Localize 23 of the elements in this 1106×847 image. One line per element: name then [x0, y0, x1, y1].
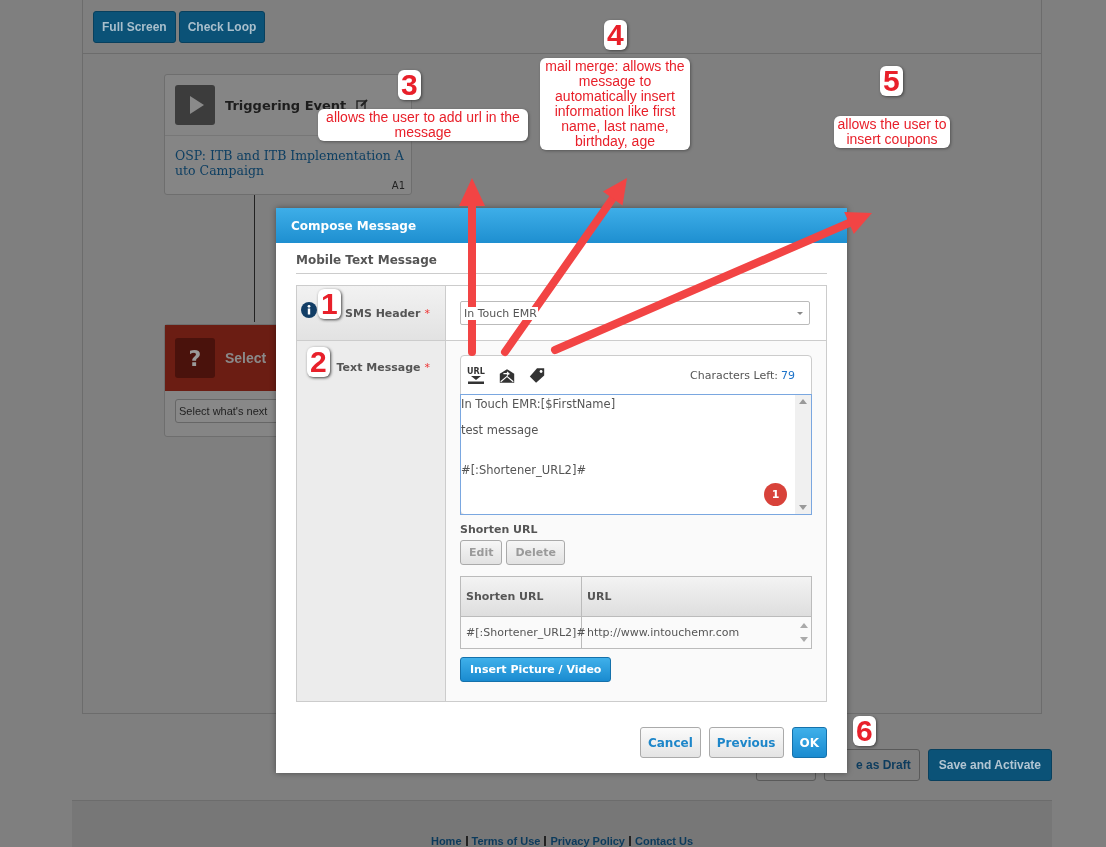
- annotation-tooltip: mail merge: allows the message to automatically insert information like first name, last name, birthday, age: [540, 58, 690, 150]
- section-title: Mobile Text Message: [296, 253, 827, 274]
- node-tag: A1: [391, 180, 405, 191]
- characters-left-label: Characters Left:: [690, 368, 778, 382]
- field-label: SMS Header: [345, 306, 421, 320]
- table-cell-text: http://www.intouchemr.com: [586, 625, 741, 641]
- field-label: Text Message: [336, 361, 421, 374]
- annotation-number: 4: [604, 20, 627, 50]
- annotation-tooltip: allows the user to add url in the message: [318, 109, 528, 141]
- annotation-number: 6: [853, 716, 876, 746]
- annotation-number: 1: [318, 289, 341, 319]
- required-mark: *: [424, 306, 430, 320]
- node-title: Select: [225, 350, 267, 366]
- annotation-number: 5: [880, 66, 903, 96]
- annotation-tooltip: allows the user to insert coupons: [834, 116, 950, 148]
- annotation-number: 3: [398, 70, 421, 100]
- dialog-title: Compose Message: [291, 218, 417, 233]
- shorten-url-title: Shorten URL: [460, 523, 539, 536]
- annotation-number: 2: [307, 347, 330, 377]
- characters-left-count: 79: [781, 368, 795, 382]
- count-badge: 1: [764, 483, 787, 506]
- required-mark: *: [424, 361, 430, 374]
- question-icon: ?: [175, 338, 215, 378]
